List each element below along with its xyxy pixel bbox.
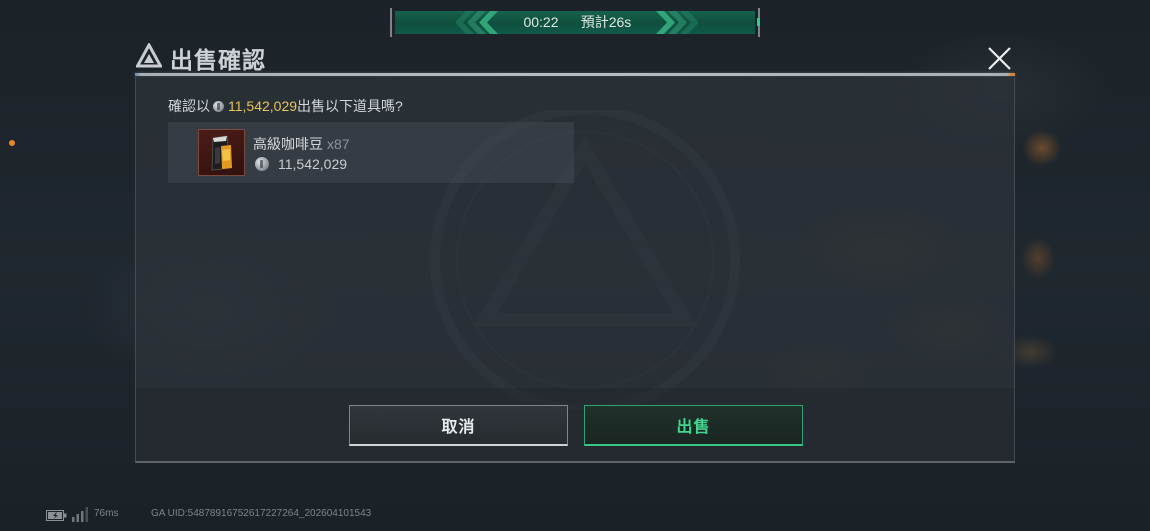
sell-confirm-dialog: 確認以 11,542,029 出售以下道具嗎? 高級咖啡豆 x87 11,542… — [135, 77, 1015, 463]
ping-indicator: 76ms — [94, 508, 119, 519]
prompt-suffix: 出售以下道具嗎? — [297, 98, 403, 114]
game-logo-icon — [136, 43, 162, 68]
coffee-bag-icon — [211, 135, 232, 171]
coin-icon — [213, 100, 224, 112]
confirm-prompt: 確認以 11,542,029 出售以下道具嗎? — [168, 96, 403, 116]
coin-icon — [255, 157, 269, 171]
match-timer-bar: 00:22 預計26s — [390, 8, 760, 37]
item-price: 11,542,029 — [255, 156, 347, 172]
item-row: 高級咖啡豆 x87 11,542,029 — [168, 122, 574, 183]
item-name-text: 高級咖啡豆 — [253, 136, 323, 152]
close-icon — [988, 47, 1011, 70]
sell-button[interactable]: 出售 — [584, 405, 803, 446]
prompt-prefix: 確認以 — [168, 98, 210, 114]
item-name: 高級咖啡豆 x87 — [253, 134, 350, 154]
header-divider — [135, 73, 1015, 76]
dialog-title: 出售確認 — [170, 47, 266, 73]
timer-accent — [757, 18, 760, 26]
battery-icon — [46, 510, 67, 521]
close-button[interactable] — [986, 45, 1012, 71]
prompt-amount: 11,542,029 — [228, 98, 298, 114]
dialog-footer — [136, 388, 1014, 461]
cancel-button[interactable]: 取消 — [349, 405, 568, 446]
chevrons-right-icon — [656, 11, 698, 34]
notification-dot — [9, 140, 15, 146]
user-uid: GA UID:54878916752617227264_202604101543 — [151, 508, 372, 519]
item-price-value: 11,542,029 — [278, 156, 348, 172]
timer-estimate: 預計26s — [580, 14, 632, 30]
chevrons-left-icon — [456, 11, 498, 34]
signal-icon — [72, 507, 88, 522]
item-quantity: x87 — [327, 136, 350, 152]
timer-elapsed: 00:22 — [523, 14, 559, 30]
timer-fill — [395, 11, 755, 34]
coffee-beans-item-icon[interactable] — [198, 129, 245, 176]
game-screen: 00:22 預計26s 出售確認 確認以 11,542,029 出售以下道具嗎? — [0, 0, 1150, 531]
